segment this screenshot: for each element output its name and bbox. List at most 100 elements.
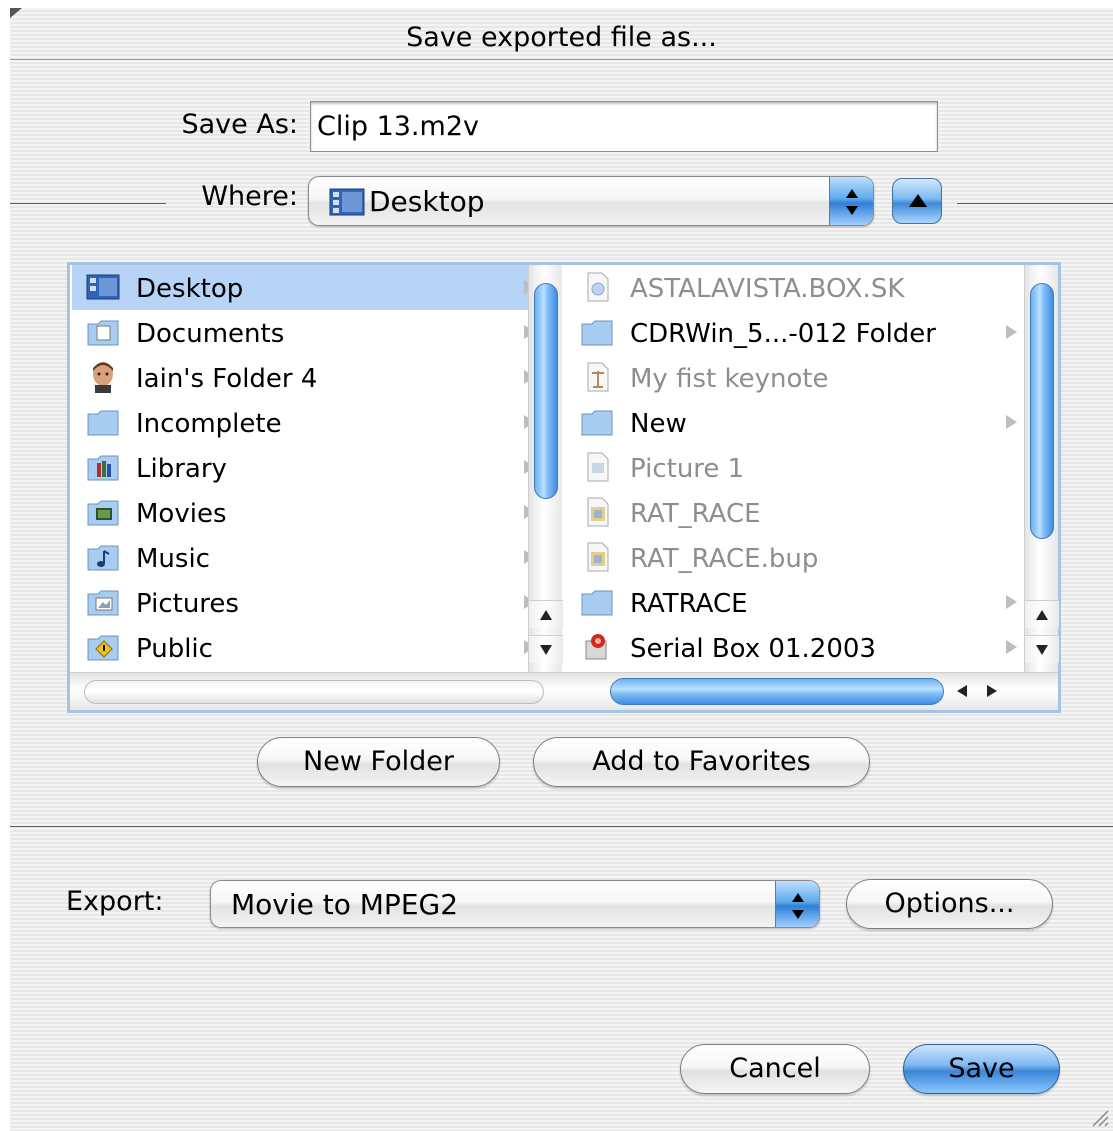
file-browser[interactable]: Desktop Documents Iain's Folder 4 Incomp… [67,262,1061,713]
list-item-label: Incomplete [136,409,282,439]
column-1-vertical-scrollbar[interactable] [528,265,563,672]
scroll-right-button[interactable] [980,677,1006,707]
application-document-icon [587,497,609,527]
arrow-right-icon [987,685,997,697]
list-item[interactable]: New [566,400,1032,445]
disclosure-arrow-icon [1006,325,1017,339]
scroll-up-button[interactable] [529,600,563,628]
up-down-arrows-icon [792,893,804,919]
disclosure-arrow-icon [1006,640,1017,654]
horizontal-scroll-track[interactable] [84,680,544,704]
list-item[interactable]: Pictures [72,580,550,625]
save-as-label: Save As: [181,109,299,140]
where-divider-left [10,203,166,204]
list-item[interactable]: RAT_RACE [566,490,1032,535]
list-item-label: Library [136,454,227,484]
arrow-left-icon [957,685,967,697]
list-item[interactable]: Desktop [72,265,550,310]
folder-icon [581,320,613,346]
list-item-label: RAT_RACE [630,499,761,529]
disclosure-arrow-icon [1006,595,1017,609]
movies-folder-icon [87,500,119,526]
image-document-icon [587,452,609,482]
arrow-down-icon [1036,645,1048,655]
list-item-label: Pictures [136,589,239,619]
music-folder-icon [87,545,119,571]
serial-box-icon [585,634,607,660]
library-folder-icon [87,455,119,481]
browser-column-1[interactable]: Desktop Documents Iain's Folder 4 Incomp… [72,265,550,672]
export-divider [10,826,1113,827]
list-item-label: RATRACE [630,589,748,619]
scroll-thumb[interactable] [1030,283,1054,539]
arrow-up-icon [1036,610,1048,620]
list-item[interactable]: ASTALAVISTA.BOX.SK [566,265,1032,310]
scroll-down-button[interactable] [529,635,563,663]
disclosure-arrow-icon [1006,415,1017,429]
folder-icon [581,590,613,616]
options-button[interactable]: Options... [846,879,1053,929]
list-item-label: Serial Box 01.2003 [630,634,876,664]
list-item[interactable]: Serial Box 01.2003 [566,625,1032,670]
folder-icon [581,410,613,436]
scroll-up-button[interactable] [1025,600,1059,628]
triangle-up-icon [909,194,927,207]
where-popup[interactable]: Desktop [308,176,874,226]
list-item[interactable]: Iain's Folder 4 [72,355,550,400]
list-item[interactable]: Picture 1 [566,445,1032,490]
new-folder-button[interactable]: New Folder [257,737,500,787]
scroll-down-button[interactable] [1025,635,1059,663]
list-item[interactable]: CDRWin_5...-012 Folder [566,310,1032,355]
save-as-input[interactable] [310,101,938,152]
application-document-icon [587,542,609,572]
title-bar[interactable]: Save exported file as... [10,8,1113,60]
list-item-label: New [630,409,687,439]
list-item[interactable]: Incomplete [72,400,550,445]
horizontal-scroll-thumb[interactable] [610,678,944,705]
list-item[interactable]: Movies [72,490,550,535]
list-item[interactable]: Library [72,445,550,490]
resize-grip-icon[interactable] [1087,1105,1109,1127]
export-popup-value: Movie to MPEG2 [231,888,459,921]
save-button[interactable]: Save [903,1044,1060,1094]
list-item[interactable]: RATRACE [566,580,1032,625]
list-item[interactable]: Public [72,625,550,670]
scroll-left-button[interactable] [950,677,976,707]
export-popup[interactable]: Movie to MPEG2 [210,880,820,928]
up-down-arrows-icon [846,189,858,215]
list-item[interactable]: RAT_RACE.bup [566,535,1032,580]
collapse-browser-button[interactable] [892,178,942,224]
export-popup-arrows [775,881,819,927]
add-to-favorites-button[interactable]: Add to Favorites [533,737,870,787]
window-title: Save exported file as... [406,22,717,53]
cancel-button[interactable]: Cancel [680,1044,870,1094]
where-popup-value: Desktop [369,185,485,218]
list-item-label: Movies [136,499,227,529]
export-label: Export: [66,886,164,917]
arrow-up-icon [540,610,552,620]
list-item-label: Desktop [136,274,244,304]
list-item[interactable]: My fist keynote [566,355,1032,400]
document-icon [587,272,609,302]
list-item-label: ASTALAVISTA.BOX.SK [630,274,905,304]
horizontal-scrollbar[interactable] [70,672,1058,710]
list-item-label: Music [136,544,210,574]
public-folder-icon [87,635,119,661]
scroll-thumb[interactable] [534,283,558,499]
list-item[interactable]: Documents [72,310,550,355]
list-item-label: Picture 1 [630,454,745,484]
column-2-vertical-scrollbar[interactable] [1024,265,1059,672]
keynote-document-icon [587,362,609,392]
where-divider-right [957,203,1113,204]
list-item[interactable]: Music [72,535,550,580]
folder-icon [87,410,119,436]
list-item-label: Public [136,634,213,664]
desktop-icon [329,188,365,216]
pictures-folder-icon [87,590,119,616]
browser-column-2[interactable]: ASTALAVISTA.BOX.SK CDRWin_5...-012 Folde… [566,265,1032,672]
list-item-label: Documents [136,319,285,349]
list-item-label: Iain's Folder 4 [136,364,318,394]
where-label: Where: [201,181,298,212]
list-item-label: RAT_RACE.bup [630,544,819,574]
desktop-icon [86,274,120,300]
